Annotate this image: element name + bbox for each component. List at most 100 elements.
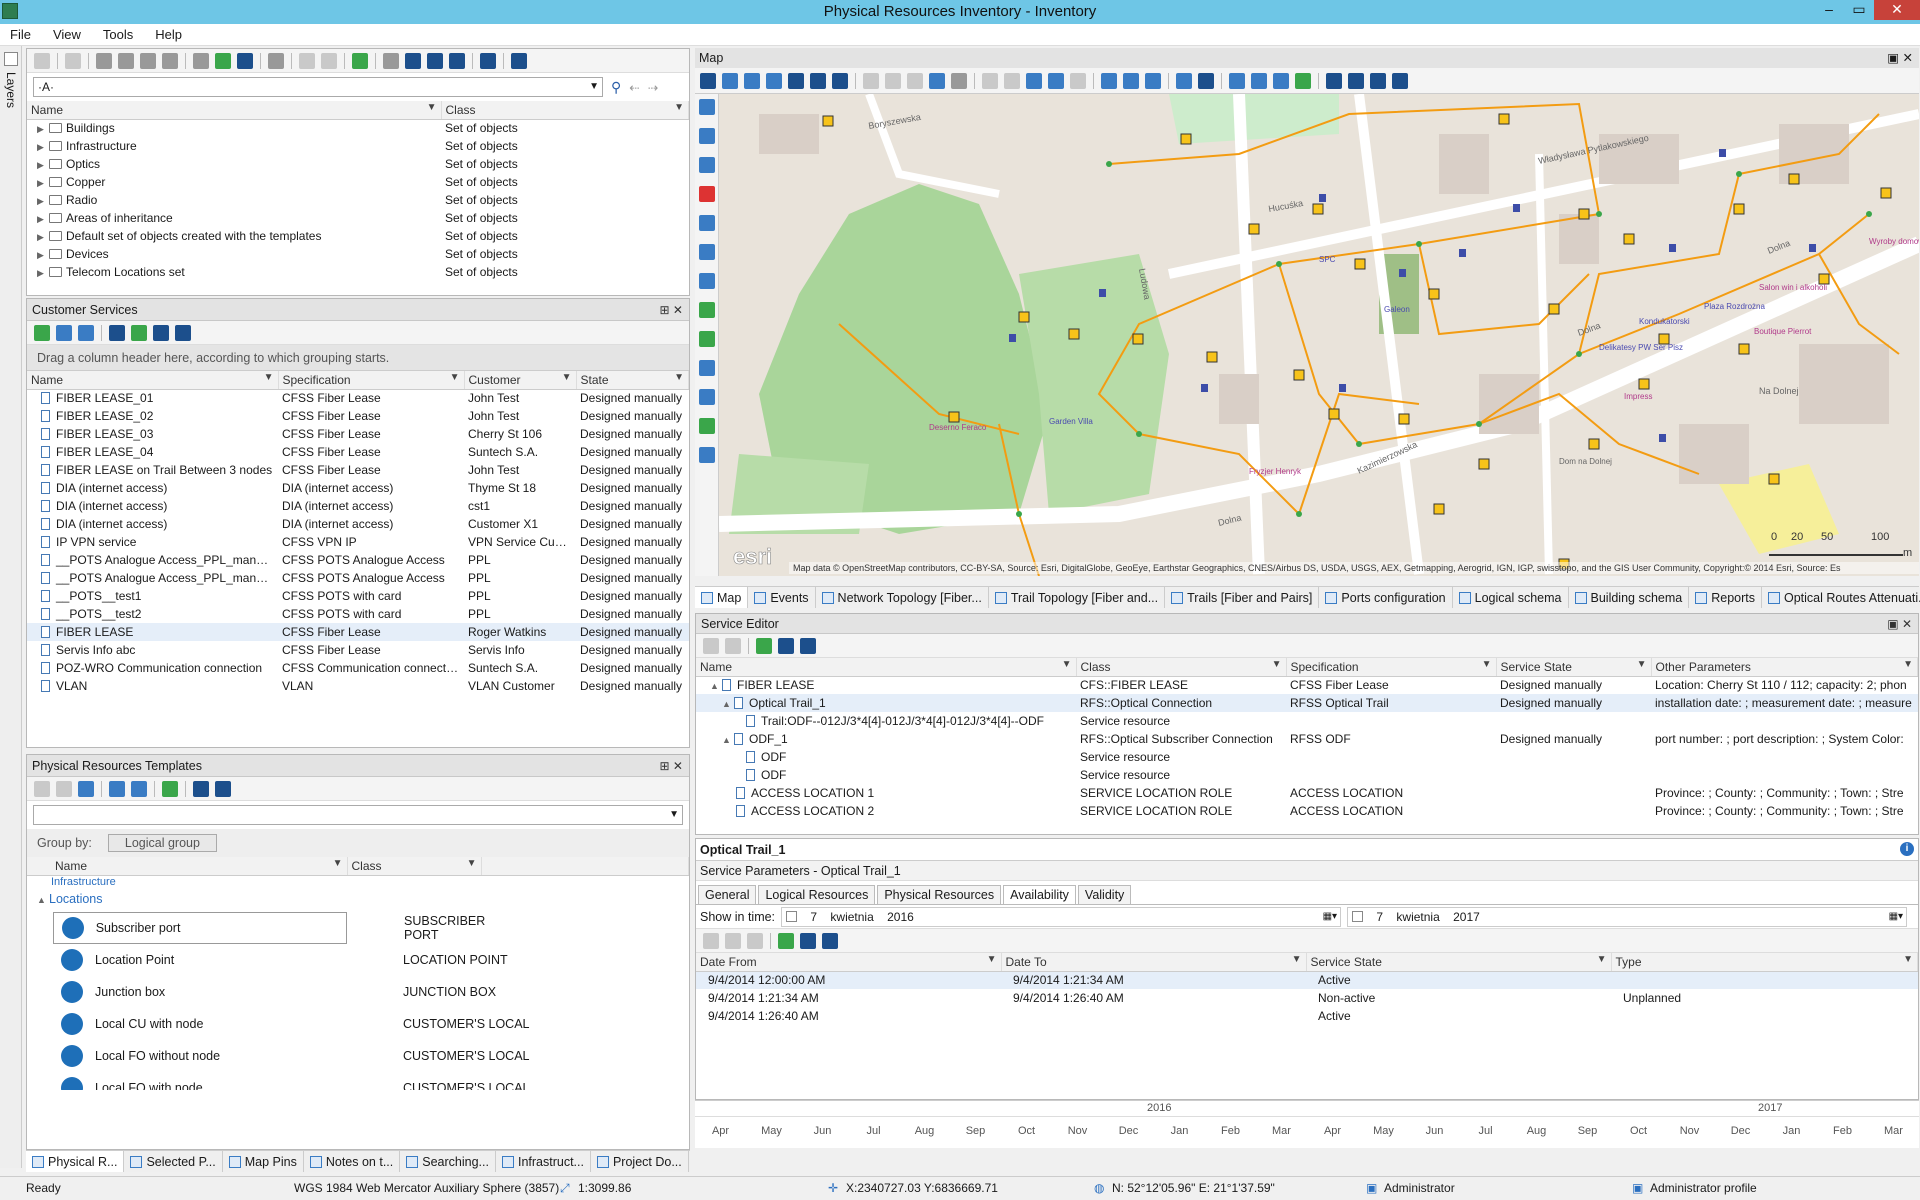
copy-icon[interactable] xyxy=(699,157,715,173)
panel-close-icon[interactable]: ⊞ ✕ xyxy=(660,755,683,777)
column-header-specification[interactable]: Specification ▼ xyxy=(1286,658,1497,677)
map-canvas[interactable]: Boryszewska Władysława Pytlakowskiego Do… xyxy=(719,94,1919,576)
filter-icon[interactable]: ▼ xyxy=(264,372,274,383)
table-row[interactable]: 9/4/2014 1:21:34 AM 9/4/2014 1:26:40 AM No… xyxy=(696,989,1918,1007)
table-row[interactable]: ▶ Buildings Set of objects xyxy=(27,119,689,137)
filter-icon[interactable]: ▼ xyxy=(427,102,437,113)
search-icon[interactable]: ⚲ xyxy=(611,79,621,96)
filter-icon[interactable] xyxy=(193,780,209,797)
group-locations[interactable]: ▲ Locations xyxy=(27,886,689,912)
refresh-icon[interactable] xyxy=(722,72,738,89)
list-item[interactable]: Subscriber port SUBSCRIBER PORT xyxy=(53,911,485,944)
expand-arrow-icon[interactable]: ▲ xyxy=(722,735,734,745)
filter-icon[interactable]: ▼ xyxy=(1903,954,1913,965)
grid-icon[interactable] xyxy=(193,52,209,69)
back-arrow-icon[interactable]: ⇠ xyxy=(629,80,639,95)
column-header-state[interactable]: State ▼ xyxy=(576,371,689,390)
group-by-area[interactable]: Drag a column header here, according to … xyxy=(27,345,689,371)
table-row[interactable]: ▲ ODF_1 RFS::Optical Subscriber Connection… xyxy=(696,730,1918,748)
view2-icon[interactable] xyxy=(131,780,147,797)
star3-icon[interactable] xyxy=(1273,72,1289,89)
table-row[interactable]: ▶ Radio Set of objects xyxy=(27,191,689,209)
layers-icon[interactable] xyxy=(929,72,945,89)
table-row[interactable]: ▶ Areas of inheritance Set of objects xyxy=(27,209,689,227)
filter-icon[interactable]: ▼ xyxy=(1597,954,1607,965)
import-icon[interactable] xyxy=(78,780,94,797)
column-header-date-from[interactable]: Date From ▼ xyxy=(696,953,1002,972)
chevron-down-icon[interactable]: ▼ xyxy=(669,806,679,824)
group-by-chip[interactable]: Logical group xyxy=(107,834,217,852)
table-row[interactable]: Servis Info abc CFSS Fiber Lease Servis In… xyxy=(27,641,689,659)
list-item[interactable]: Local FO without node CUSTOMER'S LOCAL xyxy=(53,1040,689,1072)
column-header-class[interactable]: Class ▼ xyxy=(441,101,689,120)
view-icon[interactable] xyxy=(109,780,125,797)
table-row[interactable]: ▲ Optical Trail_1 RFS::Optical Connection R… xyxy=(696,694,1918,712)
export2-icon[interactable] xyxy=(1348,72,1364,89)
map-tab[interactable]: Building schema xyxy=(1569,587,1690,608)
map-tab[interactable]: Map xyxy=(695,587,749,608)
filter-icon[interactable]: ▼ xyxy=(1637,659,1647,670)
column-header-specification[interactable]: Specification ▼ xyxy=(278,371,465,390)
delete-icon[interactable] xyxy=(747,932,763,949)
forward-icon[interactable] xyxy=(832,72,848,89)
column-header-name[interactable]: Name ▼ xyxy=(696,658,1077,677)
tab-logical-resources[interactable]: Logical Resources xyxy=(758,885,876,904)
column-header-name[interactable]: Name ▼ xyxy=(27,371,279,390)
filter-icon[interactable]: ▼ xyxy=(674,372,684,383)
bottom-tab[interactable]: Project Do... xyxy=(591,1151,689,1172)
map-tab[interactable]: Optical Routes Attenuati... xyxy=(1762,587,1920,608)
filter-icon[interactable] xyxy=(153,324,169,341)
move-icon[interactable] xyxy=(1048,72,1064,89)
export-icon[interactable] xyxy=(352,52,368,69)
split-icon[interactable] xyxy=(699,447,715,463)
table-row[interactable]: DIA (internet access) DIA (internet acces… xyxy=(27,497,689,515)
filter-icon[interactable]: ▼ xyxy=(987,954,997,965)
map-svg[interactable]: Boryszewska Władysława Pytlakowskiego Do… xyxy=(719,94,1919,576)
tab-general[interactable]: General xyxy=(698,885,757,904)
export-icon[interactable] xyxy=(756,637,772,654)
column-header-other-parameters[interactable]: Other Parameters ▼ xyxy=(1651,658,1918,677)
table-row[interactable]: ACCESS LOCATION 2 SERVICE LOCATION ROLE AC… xyxy=(696,802,1918,820)
group-infrastructure[interactable]: Infrastructure xyxy=(27,876,689,886)
layers-search-input[interactable]: ·A· ▼ xyxy=(33,77,603,97)
refresh-icon[interactable] xyxy=(34,324,50,341)
table-row[interactable]: ▶ Default set of objects created with the… xyxy=(27,227,689,245)
column-header-type[interactable]: Type ▼ xyxy=(1611,953,1918,972)
send-icon[interactable] xyxy=(1370,72,1386,89)
add-link-icon[interactable] xyxy=(699,331,715,347)
send-to-icon[interactable] xyxy=(449,52,465,69)
edit-icon[interactable] xyxy=(56,780,72,797)
table-row[interactable]: IP VPN service CFSS VPN IP VPN Service Cus… xyxy=(27,533,689,551)
filter-icon[interactable]: ▼ xyxy=(333,858,343,869)
table-row[interactable]: 9/4/2014 1:26:40 AM Active xyxy=(696,1007,1918,1025)
bottom-tab[interactable]: Map Pins xyxy=(223,1151,304,1172)
filter-icon[interactable] xyxy=(800,932,816,949)
column-header-service-state[interactable]: Service State ▼ xyxy=(1496,658,1652,677)
table-row[interactable]: __POTS__test1 CFSS POTS with card PPL Desig… xyxy=(27,587,689,605)
star2-icon[interactable] xyxy=(1251,72,1267,89)
star-icon[interactable] xyxy=(1229,72,1245,89)
date-from-picker[interactable]: 7 kwietnia 2016 ▦▾ xyxy=(781,906,1342,927)
edit-icon[interactable] xyxy=(725,932,741,949)
checkbox[interactable] xyxy=(1352,910,1364,922)
table-row[interactable]: ▶ Infrastructure Set of objects xyxy=(27,137,689,155)
calendar-icon[interactable]: ▦▾ xyxy=(1889,908,1903,926)
date-to-picker[interactable]: 7 kwietnia 2017 ▦▾ xyxy=(1347,906,1908,927)
expand-arrow-icon[interactable]: ▶ xyxy=(37,232,49,243)
chevron-down-icon[interactable]: ▼ xyxy=(589,78,599,96)
menu-file[interactable]: File xyxy=(10,27,31,42)
search-icon[interactable] xyxy=(175,324,191,341)
column-header-date-to[interactable]: Date To ▼ xyxy=(1001,953,1307,972)
map-tab[interactable]: Logical schema xyxy=(1453,587,1569,608)
search-icon[interactable] xyxy=(215,780,231,797)
delete-icon[interactable] xyxy=(699,186,715,202)
table-row[interactable]: ▶ Devices Set of objects xyxy=(27,245,689,263)
info-icon[interactable]: i xyxy=(1900,842,1914,856)
column-header-class[interactable]: Class ▼ xyxy=(347,857,482,876)
bottom-tab[interactable]: Infrastruct... xyxy=(496,1151,591,1172)
filter-icon[interactable]: ▼ xyxy=(674,102,684,113)
edit2-icon[interactable] xyxy=(78,324,94,341)
copy-icon[interactable] xyxy=(1004,72,1020,89)
new-icon[interactable] xyxy=(65,52,81,69)
column-header-name[interactable]: Name ▼ xyxy=(27,857,348,876)
